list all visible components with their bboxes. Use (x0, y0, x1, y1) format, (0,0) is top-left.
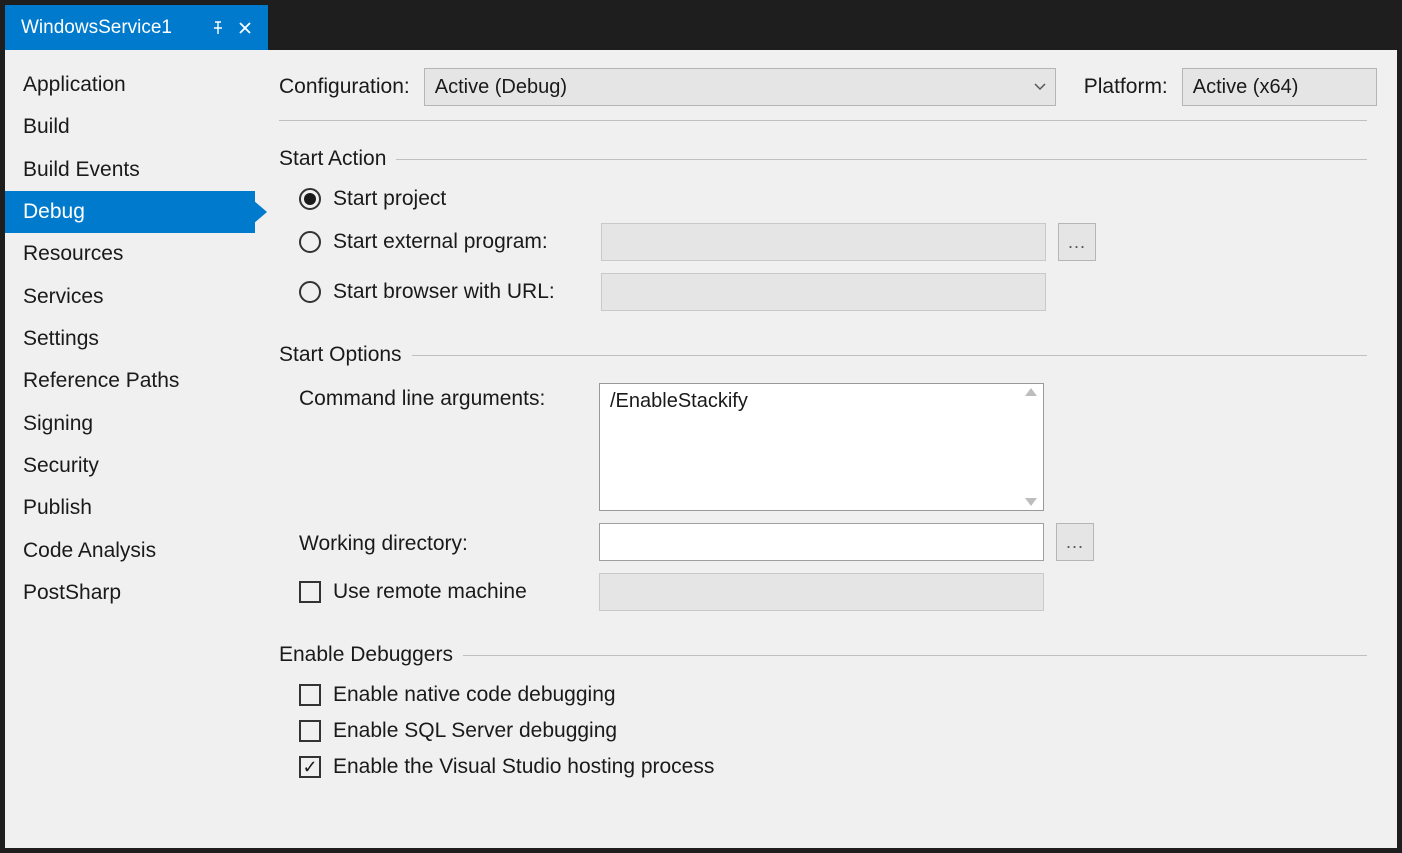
workdir-input[interactable] (599, 523, 1044, 561)
scroll-down-icon[interactable] (1023, 496, 1039, 508)
start-external-input[interactable] (601, 223, 1046, 261)
start-external-label: Start external program: (333, 230, 601, 254)
cmd-args-input[interactable]: /EnableStackify (599, 383, 1044, 511)
sidebar-item-code-analysis[interactable]: Code Analysis (5, 530, 255, 572)
cmd-args-value: /EnableStackify (610, 390, 748, 412)
configuration-dropdown[interactable]: Active (Debug) (424, 68, 1056, 106)
sidebar-item-reference-paths[interactable]: Reference Paths (5, 360, 255, 402)
sidebar-item-application[interactable]: Application (5, 64, 255, 106)
tab-title: WindowsService1 (21, 17, 172, 39)
tab-windowsservice1[interactable]: WindowsService1 (5, 5, 268, 50)
configuration-label: Configuration: (279, 75, 410, 99)
start-options-heading: Start Options (279, 343, 402, 367)
platform-value: Active (x64) (1193, 76, 1299, 99)
section-rule (412, 355, 1367, 356)
cmd-args-label: Command line arguments: (299, 383, 599, 411)
sidebar: Application Build Build Events Debug Res… (5, 50, 255, 848)
ellipsis-icon: ... (1066, 532, 1084, 553)
sidebar-item-publish[interactable]: Publish (5, 487, 255, 529)
sidebar-item-signing[interactable]: Signing (5, 403, 255, 445)
sidebar-item-build-events[interactable]: Build Events (5, 149, 255, 191)
native-debug-label: Enable native code debugging (333, 683, 616, 707)
ellipsis-icon: ... (1068, 232, 1086, 253)
sidebar-item-settings[interactable]: Settings (5, 318, 255, 360)
radio-start-browser[interactable] (299, 281, 321, 303)
sidebar-item-build[interactable]: Build (5, 106, 255, 148)
workdir-label: Working directory: (299, 528, 599, 556)
enable-debuggers-heading: Enable Debuggers (279, 643, 453, 667)
checkbox-sql-debug[interactable] (299, 720, 321, 742)
divider (279, 120, 1367, 121)
start-browser-label: Start browser with URL: (333, 280, 601, 304)
hosting-process-label: Enable the Visual Studio hosting process (333, 755, 714, 779)
platform-label: Platform: (1084, 75, 1168, 99)
browse-external-button[interactable]: ... (1058, 223, 1096, 261)
scroll-up-icon[interactable] (1023, 386, 1039, 398)
checkbox-remote-machine[interactable] (299, 581, 321, 603)
sidebar-item-resources[interactable]: Resources (5, 233, 255, 275)
start-project-label: Start project (333, 187, 601, 211)
checkbox-hosting-process[interactable] (299, 756, 321, 778)
properties-page: Application Build Build Events Debug Res… (5, 50, 1397, 848)
section-rule (396, 159, 1367, 160)
main-panel: Configuration: Active (Debug) Platform: … (255, 50, 1397, 848)
platform-dropdown[interactable]: Active (x64) (1182, 68, 1377, 106)
tab-bar: WindowsService1 (5, 5, 1402, 50)
sql-debug-label: Enable SQL Server debugging (333, 719, 617, 743)
radio-start-external[interactable] (299, 231, 321, 253)
remote-machine-label: Use remote machine (333, 580, 599, 604)
sidebar-item-debug[interactable]: Debug (5, 191, 255, 233)
start-action-heading: Start Action (279, 147, 386, 171)
sidebar-item-services[interactable]: Services (5, 276, 255, 318)
browse-workdir-button[interactable]: ... (1056, 523, 1094, 561)
chevron-down-icon (1033, 82, 1047, 92)
configuration-value: Active (Debug) (435, 76, 567, 99)
remote-machine-input[interactable] (599, 573, 1044, 611)
sidebar-item-security[interactable]: Security (5, 445, 255, 487)
close-icon[interactable] (238, 21, 252, 35)
start-browser-input[interactable] (601, 273, 1046, 311)
pin-icon[interactable] (210, 21, 224, 35)
sidebar-item-postsharp[interactable]: PostSharp (5, 572, 255, 614)
radio-start-project[interactable] (299, 188, 321, 210)
checkbox-native-debug[interactable] (299, 684, 321, 706)
section-rule (463, 655, 1367, 656)
